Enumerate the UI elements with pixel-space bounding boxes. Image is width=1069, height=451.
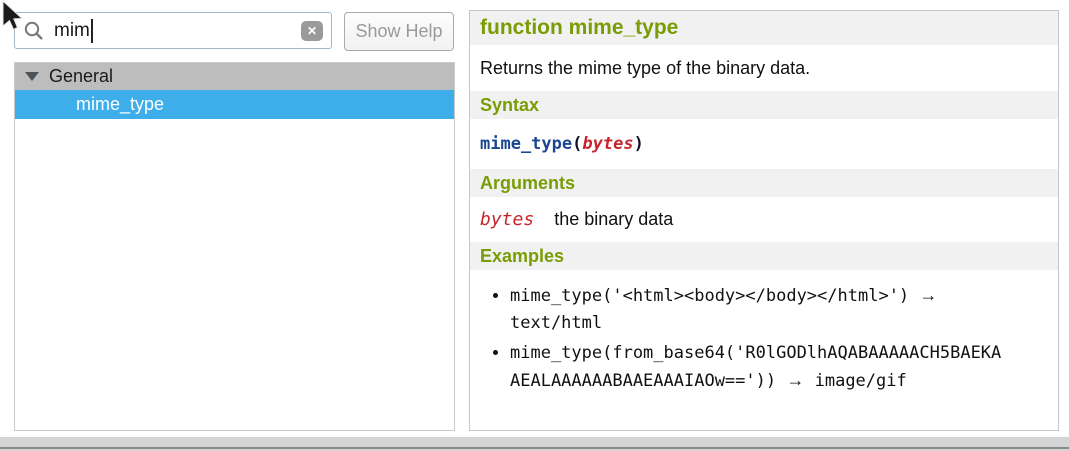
tree-group-general[interactable]: General [15, 63, 454, 90]
function-tree: General mime_type [14, 62, 455, 431]
argument-name: bytes [480, 209, 534, 230]
tree-group-label: General [49, 66, 113, 87]
syntax-heading: Syntax [470, 91, 1058, 119]
tree-item-mime-type[interactable]: mime_type [15, 90, 454, 119]
argument-row: bytes the binary data [470, 209, 1058, 230]
function-help-dialog: mim ✕ Show Help General mime_type functi… [0, 0, 1069, 451]
doc-panel: function mime_type Returns the mime type… [469, 10, 1059, 431]
window-bottom-edge [0, 437, 1069, 451]
example-code: mime_type('<html><body></body></html>') [510, 286, 909, 306]
expander-down-icon[interactable] [25, 72, 39, 81]
arguments-heading: Arguments [470, 169, 1058, 197]
doc-description: Returns the mime type of the binary data… [470, 55, 1058, 81]
argument-description: the binary data [554, 209, 673, 230]
window-bottom-divider [0, 447, 1069, 449]
search-text: mim [54, 20, 90, 42]
function-name: mime_type [480, 134, 572, 154]
tree-item-label: mime_type [76, 94, 164, 115]
example-item: mime_type('<html><body></body></html>') … [510, 282, 1010, 337]
doc-title: function mime_type [470, 11, 1058, 45]
search-input[interactable]: mim ✕ [14, 12, 332, 49]
clear-search-icon[interactable]: ✕ [301, 21, 323, 41]
result-arrow: → [786, 370, 804, 390]
syntax-code: mime_type(bytes) [470, 131, 1058, 157]
example-code: mime_type(from_base64('R0lGODlhAQABAAAAA… [510, 343, 1001, 391]
mouse-cursor [0, 0, 26, 33]
show-help-button[interactable]: Show Help [344, 12, 454, 51]
text-caret [91, 19, 93, 43]
examples-list: mime_type('<html><body></body></html>') … [470, 282, 1058, 395]
paren-open: ( [572, 134, 582, 154]
syntax-argument: bytes [582, 134, 633, 154]
examples-heading: Examples [470, 242, 1058, 270]
example-result: text/html [510, 313, 602, 333]
paren-close: ) [634, 134, 644, 154]
example-item: mime_type(from_base64('R0lGODlhAQABAAAAA… [510, 340, 1010, 395]
result-arrow: → [919, 285, 937, 305]
example-result: image/gif [815, 371, 907, 391]
search-icon [23, 20, 45, 42]
